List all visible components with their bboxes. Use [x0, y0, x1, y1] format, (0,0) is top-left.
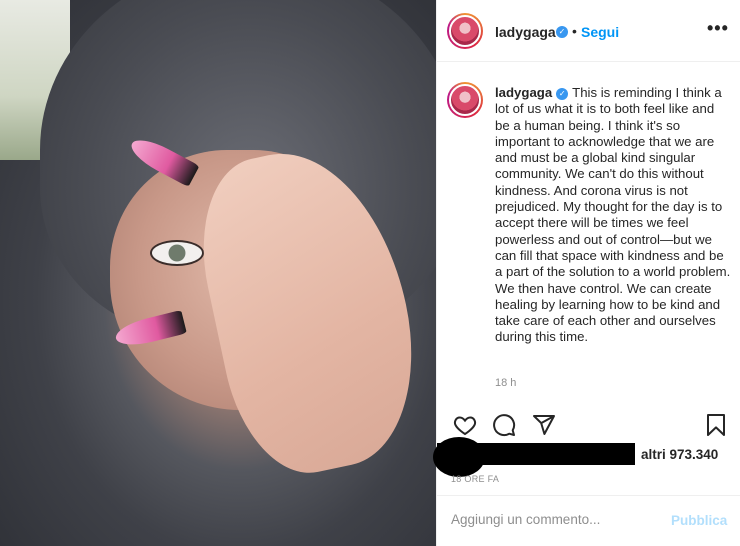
- comment-bubble-icon[interactable]: [492, 413, 516, 437]
- post-side-panel: ladygaga ✓ • Segui ••• ladygaga ✓ This is …: [433, 0, 740, 546]
- more-options-icon[interactable]: •••: [707, 18, 729, 39]
- post-caption: ladygaga ✓ This is reminding I think a lot…: [495, 85, 731, 346]
- comment-input[interactable]: [451, 512, 661, 527]
- publish-button[interactable]: Pubblica: [671, 513, 727, 528]
- caption-username[interactable]: ladygaga: [495, 85, 552, 100]
- post-timestamp[interactable]: 18 ORE FA: [451, 474, 499, 484]
- bookmark-icon[interactable]: [704, 413, 728, 437]
- redaction-avatar: [433, 437, 485, 477]
- heart-icon[interactable]: [453, 413, 477, 437]
- header-username[interactable]: ladygaga: [495, 24, 556, 40]
- profile-avatar[interactable]: [447, 13, 483, 49]
- post-header: ladygaga ✓ • Segui •••: [437, 0, 740, 62]
- caption-avatar[interactable]: [447, 82, 483, 118]
- likes-count[interactable]: altri 973.340: [641, 447, 718, 462]
- verified-badge-icon: ✓: [556, 88, 569, 100]
- header-separator: •: [572, 23, 577, 39]
- photo-eye: [150, 240, 204, 266]
- follow-button[interactable]: Segui: [581, 24, 619, 40]
- verified-badge-icon: ✓: [556, 26, 568, 38]
- comment-bar: Pubblica: [437, 495, 740, 546]
- caption-timestamp: 18 h: [495, 377, 517, 389]
- paper-plane-icon[interactable]: [532, 413, 556, 437]
- post-photo[interactable]: [0, 0, 436, 546]
- caption-text: This is reminding I think a lot of us wh…: [495, 85, 731, 345]
- likes-row: altri 973.340: [433, 437, 740, 477]
